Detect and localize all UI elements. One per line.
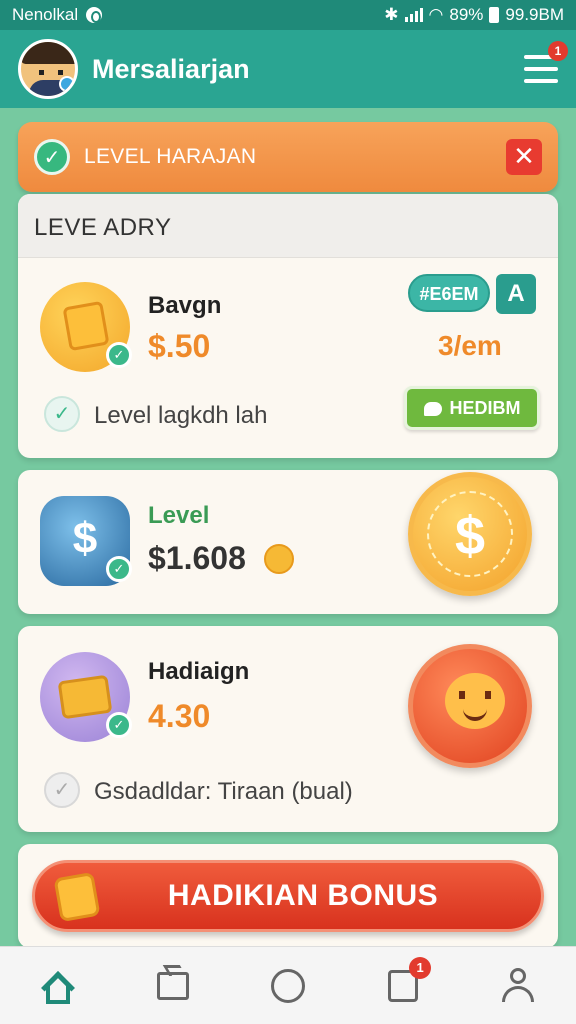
prize-card[interactable]: ✓ Hadiaign 4.30 ✓ Gsdadldar: Tiraan (bua… [18,626,558,832]
level-checkbox[interactable]: ✓ [44,396,80,432]
redeem-label: HEDIBM [449,398,521,418]
check-badge-icon: ✓ [106,342,132,368]
piggy-icon [423,402,442,417]
prize-title: Hadiaign [148,658,250,685]
reward-amount: $.50 [148,328,211,364]
message-icon: 1 [388,956,432,1002]
redeem-button[interactable]: HEDIBM [404,386,540,430]
status-bar: Nenolkal ✱ ◠ 89% 99.9BM [0,0,576,30]
app-title: Mersaliarjan [92,53,250,84]
check-icon: ✓ [34,139,70,175]
nav-center[interactable] [258,956,318,1016]
secondary-value: 3/em [438,330,502,361]
dollar-coin-icon: $ [408,472,532,596]
bonus-label: HADIKIAN BONUS [167,879,439,912]
nav-messages[interactable]: 1 [373,956,433,1016]
check-badge-icon: ✓ [106,556,132,582]
bluetooth-icon: ✱ [384,5,399,24]
menu-notification-badge: 1 [548,41,568,61]
app-notification-icon [86,7,103,23]
battery-icon [489,7,500,23]
nav-home[interactable] [28,956,88,1016]
profile-icon [500,967,536,1004]
close-button[interactable]: ✕ [506,139,542,175]
home-icon [40,970,75,1005]
messages-badge: 1 [409,956,432,979]
reward-title: Bavgn [148,292,222,319]
verified-icon [59,76,75,92]
card-header: LEVE ADRY [18,194,558,258]
balance-card[interactable]: $ ✓ Level $1.608 $ [18,470,558,614]
bottom-nav: 1 [0,946,576,1024]
menu-button[interactable]: 1 [524,41,568,83]
carrier-label: Nenolkal [12,5,79,24]
app-bar: Mersaliarjan 1 [0,30,576,108]
prize-amount: 4.30 [148,698,211,734]
coin-icon [264,544,294,574]
prize-box-icon: ✓ [40,652,132,742]
main-content: ✓ LEVEL HARAJAN ✕ LEVE ADRY ✓ Bavgn $.50… [0,108,576,948]
dollar-shield-icon: $ ✓ [40,496,132,586]
bonus-card: HADIKIAN BONUS [18,844,558,948]
prize-checkbox[interactable]: ✓ [44,772,80,808]
smiley-coin-icon [408,644,532,768]
balance-title: Level [148,502,210,529]
level-card: LEVE ADRY ✓ Bavgn $.50 #E6EM A 3/em HEDI… [18,194,558,458]
clock: 99.9BM [505,5,564,24]
bonus-button[interactable]: HADIKIAN BONUS [32,860,544,932]
level-row-text: Level lagkdh lah [94,402,268,429]
battery-percent: 89% [449,5,484,24]
level-banner: ✓ LEVEL HARAJAN ✕ [18,122,558,192]
grade-square[interactable]: A [496,274,536,314]
prize-row-text: Gsdadldar: Tiraan (bual) [94,778,353,805]
circle-icon [270,968,305,1003]
gift-box-icon: ✓ [40,282,132,372]
banner-text: LEVEL HARAJAN [84,145,257,168]
wifi-icon: ◠ [428,5,444,24]
avatar[interactable] [18,39,78,99]
nav-profile[interactable] [488,956,548,1016]
balance-amount: $1.608 [148,540,246,576]
signal-icon [404,8,423,22]
close-icon: ✕ [513,141,535,171]
check-badge-icon: ✓ [106,712,132,738]
tv-icon [156,971,189,1000]
code-pill[interactable]: #E6EM [408,274,490,312]
nav-media[interactable] [143,956,203,1016]
